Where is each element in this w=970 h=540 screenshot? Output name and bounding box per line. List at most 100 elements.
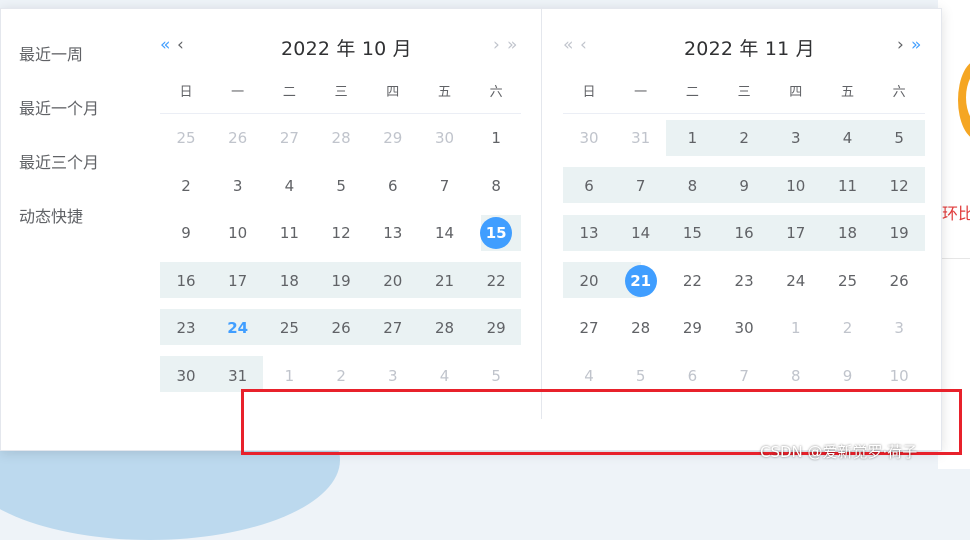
- range-end-day[interactable]: 21: [615, 263, 667, 299]
- range-end-marker: 21: [624, 264, 657, 297]
- today-day-cell[interactable]: 24: [212, 310, 264, 346]
- right-day-cell[interactable]: 27: [563, 310, 615, 346]
- left-day-cell[interactable]: 23: [160, 310, 212, 346]
- left-weekday-label: 五: [437, 85, 451, 100]
- left-day-cell[interactable]: 11: [263, 215, 315, 251]
- left-day-cell: 25: [176, 129, 196, 147]
- background-red-text: 环比: [942, 204, 970, 223]
- left-weekday-label: 日: [179, 85, 193, 100]
- left-day-cell[interactable]: 16: [160, 263, 212, 299]
- right-day-cell[interactable]: 3: [770, 120, 822, 156]
- left-day-cell[interactable]: 2: [160, 168, 212, 204]
- date-range-picker: 最近一周 最近一个月 最近三个月 动态快捷 « ‹ 2022 年 10 月 › …: [0, 8, 942, 451]
- left-day-cell[interactable]: 25: [263, 310, 315, 346]
- left-day-cell[interactable]: 21: [419, 263, 471, 299]
- left-day-cell[interactable]: 30: [160, 358, 212, 394]
- right-day-cell[interactable]: 14: [615, 215, 667, 251]
- prev-month-button[interactable]: ‹: [177, 35, 184, 55]
- left-day-cell[interactable]: 1: [470, 120, 522, 156]
- background-divider: [938, 258, 970, 259]
- left-day-cell[interactable]: 8: [470, 168, 522, 204]
- right-day-cell[interactable]: 29: [666, 310, 718, 346]
- left-day-cell[interactable]: 27: [367, 310, 419, 346]
- right-day-cell[interactable]: 30: [718, 310, 770, 346]
- left-day-cell[interactable]: 17: [212, 263, 264, 299]
- left-weekday-label: 二: [282, 85, 296, 100]
- right-day-cell[interactable]: 28: [615, 310, 667, 346]
- prev-year-button[interactable]: «: [160, 35, 170, 55]
- left-day-cell[interactable]: 9: [160, 215, 212, 251]
- right-day-cell[interactable]: 4: [822, 120, 874, 156]
- right-day-cell[interactable]: 16: [718, 215, 770, 251]
- left-day-cell[interactable]: 12: [315, 215, 367, 251]
- left-day-cell[interactable]: 28: [419, 310, 471, 346]
- left-weekday-label: 四: [386, 85, 400, 100]
- left-weekday-label: 一: [231, 85, 245, 100]
- left-day-cell[interactable]: 26: [315, 310, 367, 346]
- right-day-cell[interactable]: 8: [666, 168, 718, 204]
- shortcut-sidebar: 最近一周 最近一个月 最近三个月 动态快捷: [1, 9, 131, 450]
- right-prev-month-button: ‹: [580, 35, 587, 55]
- right-day-cell[interactable]: 20: [563, 263, 615, 299]
- right-weekday-label: 四: [789, 85, 803, 100]
- right-day-cell[interactable]: 2: [718, 120, 770, 156]
- left-day-cell[interactable]: 4: [263, 168, 315, 204]
- left-header-rule: [160, 113, 521, 114]
- left-day-cell[interactable]: 3: [212, 168, 264, 204]
- right-day-cell[interactable]: 7: [615, 168, 667, 204]
- left-day-cell[interactable]: 6: [367, 168, 419, 204]
- right-day-cell[interactable]: 23: [718, 263, 770, 299]
- right-weekday-label: 三: [737, 85, 751, 100]
- right-day-cell[interactable]: 1: [666, 120, 718, 156]
- left-weekday-label: 六: [489, 85, 503, 100]
- left-next-month-button: ›: [493, 35, 500, 55]
- left-day-cell[interactable]: 14: [419, 215, 471, 251]
- left-day-cell[interactable]: 10: [212, 215, 264, 251]
- right-day-cell: 31: [631, 129, 651, 147]
- left-day-cell: 29: [383, 129, 403, 147]
- right-day-cell[interactable]: 18: [822, 215, 874, 251]
- right-weekday-label: 日: [582, 85, 596, 100]
- right-month-title: 2022 年 11 月: [684, 38, 815, 60]
- left-day-cell[interactable]: 5: [315, 168, 367, 204]
- right-day-cell[interactable]: 17: [770, 215, 822, 251]
- right-day-cell[interactable]: 19: [873, 215, 925, 251]
- left-day-cell: 30: [434, 129, 455, 147]
- right-weekday-label: 二: [685, 85, 699, 100]
- right-day-cell[interactable]: 11: [822, 168, 874, 204]
- left-day-cell[interactable]: 19: [315, 263, 367, 299]
- left-day-cell[interactable]: 18: [263, 263, 315, 299]
- next-month-button[interactable]: ›: [897, 35, 904, 55]
- left-day-cell: 27: [279, 129, 299, 147]
- shortcut-last-week[interactable]: 最近一周: [19, 41, 83, 65]
- left-weekday-label: 三: [334, 85, 348, 100]
- right-day-cell: 3: [894, 319, 904, 337]
- right-day-cell[interactable]: 15: [666, 215, 718, 251]
- right-day-cell[interactable]: 25: [822, 263, 874, 299]
- left-day-cell[interactable]: 7: [419, 168, 471, 204]
- next-year-button[interactable]: »: [911, 35, 921, 55]
- left-day-cell[interactable]: 13: [367, 215, 419, 251]
- left-day-cell[interactable]: 29: [470, 310, 522, 346]
- picker-arrow: [482, 9, 500, 18]
- left-day-cell: 28: [331, 129, 351, 147]
- left-day-cell[interactable]: 20: [367, 263, 419, 299]
- right-day-cell[interactable]: 9: [718, 168, 770, 204]
- right-header-rule: [563, 113, 925, 114]
- panel-divider: [541, 9, 542, 419]
- right-day-cell[interactable]: 12: [873, 168, 925, 204]
- right-day-cell[interactable]: 24: [770, 263, 822, 299]
- watermark: CSDN @爱新觉罗·荷子: [760, 443, 918, 461]
- right-day-cell[interactable]: 26: [873, 263, 925, 299]
- shortcut-last-month[interactable]: 最近一个月: [19, 95, 99, 119]
- left-day-cell[interactable]: 22: [470, 263, 522, 299]
- shortcut-dynamic[interactable]: 动态快捷: [19, 203, 83, 227]
- right-day-cell[interactable]: 13: [563, 215, 615, 251]
- right-day-cell[interactable]: 5: [873, 120, 925, 156]
- right-day-cell[interactable]: 22: [666, 263, 718, 299]
- range-start-day[interactable]: 15: [470, 215, 522, 251]
- right-day-cell[interactable]: 10: [770, 168, 822, 204]
- right-day-cell[interactable]: 6: [563, 168, 615, 204]
- right-weekday-label: 一: [634, 85, 648, 100]
- shortcut-last-three-months[interactable]: 最近三个月: [19, 149, 99, 173]
